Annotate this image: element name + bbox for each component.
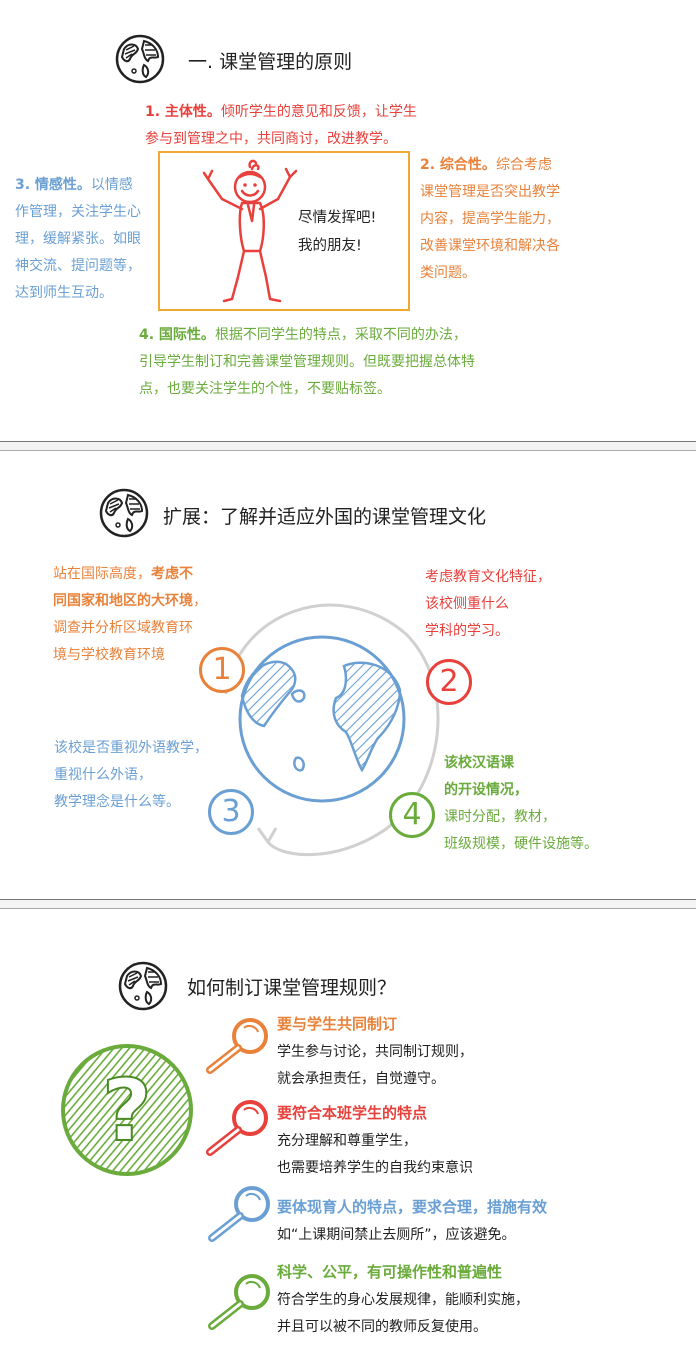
principle-1-head: 1. 主体性。: [145, 104, 221, 120]
magnifier-icon: [208, 1274, 270, 1330]
principle-3-line: 神交流、提问题等，: [15, 258, 141, 274]
step-1-line: ，: [193, 593, 207, 609]
rule-1-head: 要与学生共同制订: [277, 1015, 398, 1033]
rule-4: 科学、公平，有可操作性和普遍性 符合学生的身心发展规律，能顺利实施， 并且可以被…: [277, 1259, 529, 1341]
step-2-line: 学科的学习。: [425, 623, 509, 639]
speech-text: 尽情发挥吧! 我的朋友!: [298, 204, 376, 260]
step-2-badge: 2: [426, 659, 472, 705]
rule-1: 要与学生共同制订 学生参与讨论，共同制订规则， 就会承担责任，自觉遵守。: [277, 1011, 473, 1093]
rule-3-head: 要体现育人的特点，要求合理，措施有效: [277, 1198, 548, 1216]
principle-3-line: 达到师生互动。: [15, 285, 113, 301]
principle-2-head: 2. 综合性。: [420, 157, 496, 173]
principle-1-line: 倾听学生的意见和反馈，让学生: [220, 104, 417, 120]
principle-3-head: 3. 情感性。: [15, 177, 91, 193]
illustration-box: 尽情发挥吧! 我的朋友!: [158, 151, 410, 311]
principle-2-line: 课堂管理是否突出教学: [420, 184, 560, 200]
rule-4-line: 并且可以被不同的教师反复使用。: [277, 1319, 487, 1335]
principle-1: 1. 主体性。倾听学生的意见和反馈，让学生 参与到管理之中，共同商讨，改进教学。: [145, 99, 417, 153]
principle-4: 4. 国际性。根据不同学生的特点，采取不同的办法， 引导学生制订和完善课堂管理规…: [139, 322, 475, 403]
rule-1-line: 就会承担责任，自觉遵守。: [277, 1071, 445, 1087]
principle-1-line: 参与到管理之中，共同商讨，改进教学。: [145, 131, 397, 147]
section-title: 扩展：了解并适应外国的课堂管理文化: [163, 506, 487, 528]
step-3-line: 教学理念是什么等。: [54, 794, 180, 810]
rule-3: 要体现育人的特点，要求合理，措施有效 如“上课期间禁止去厕所”，应该避免。: [277, 1194, 547, 1249]
section-divider: [0, 441, 696, 451]
speech-line: 我的朋友!: [298, 238, 362, 254]
step-4-line: 的开设情况，: [444, 782, 528, 798]
globe-icon: [115, 34, 165, 84]
magnifier-icon: [208, 1186, 270, 1242]
step-1-line: 同国家和地区的大环境: [53, 593, 193, 609]
rule-2-line: 充分理解和尊重学生，: [277, 1133, 417, 1149]
rule-1-line: 学生参与讨论，共同制订规则，: [277, 1044, 473, 1060]
step-1-line: 境与学校教育环境: [53, 647, 165, 663]
rule-3-line: 如“上课期间禁止去厕所”，应该避免。: [277, 1227, 516, 1243]
principle-2-line: 改善课堂环境和解决各: [420, 238, 560, 254]
principle-2-line: 综合考虑: [495, 157, 552, 173]
section-divider: [0, 899, 696, 909]
principle-3: 3. 情感性。以情感 作管理，关注学生心 理，缓解紧张。如眼 神交流、提问题等，…: [15, 172, 141, 307]
svg-text:?: ?: [102, 1061, 152, 1161]
rule-4-head: 科学、公平，有可操作性和普遍性: [277, 1263, 503, 1281]
step-4-number: 4: [402, 797, 422, 832]
principle-3-line: 作管理，关注学生心: [15, 204, 141, 220]
step-3-line: 重视什么外语，: [54, 767, 152, 783]
step-3-badge: 3: [208, 789, 254, 835]
step-4-line: 课时分配，教材，: [444, 809, 556, 825]
globe-icon: [118, 961, 168, 1011]
step-2-line: 该校侧重什么: [425, 596, 509, 612]
step-1-text: 站在国际高度，考虑不 同国家和地区的大环境， 调查并分析区域教育环 境与学校教育…: [53, 561, 207, 669]
rule-2: 要符合本班学生的特点 充分理解和尊重学生， 也需要培养学生的自我约束意识: [277, 1100, 473, 1182]
rule-2-head: 要符合本班学生的特点: [277, 1104, 428, 1122]
principle-4-line: 引导学生制订和完善课堂管理规则。但既要把握总体特: [139, 354, 475, 370]
principle-4-line: 点，也要关注学生的个性，不要贴标签。: [139, 381, 391, 397]
step-3-text: 该校是否重视外语教学， 重视什么外语， 教学理念是什么等。: [54, 735, 208, 816]
step-2-text: 考虑教育文化特征， 该校侧重什么 学科的学习。: [425, 564, 551, 645]
section-title: 如何制订课堂管理规则？: [187, 977, 397, 999]
magnifier-icon: [206, 1100, 268, 1156]
step-1-line: 考虑不: [151, 566, 193, 582]
principle-2-line: 内容，提高学生能力，: [420, 211, 560, 227]
speech-line: 尽情发挥吧!: [298, 210, 377, 226]
step-4-text: 该校汉语课 的开设情况， 课时分配，教材， 班级规模，硬件设施等。: [444, 750, 598, 858]
step-4-badge: 4: [389, 792, 435, 838]
section-title: 一. 课堂管理的原则: [188, 51, 353, 73]
principle-4-line: 根据不同学生的特点，采取不同的办法，: [214, 327, 467, 343]
principle-3-line: 理，缓解紧张。如眼: [15, 231, 141, 247]
step-1-line: 调查并分析区域教育环: [53, 620, 193, 636]
step-3-line: 该校是否重视外语教学，: [54, 740, 208, 756]
rule-4-line: 符合学生的身心发展规律，能顺利实施，: [277, 1292, 529, 1308]
principle-4-head: 4. 国际性。: [139, 327, 215, 343]
step-2-line: 考虑教育文化特征，: [425, 569, 551, 585]
stick-figure-icon: [202, 159, 298, 303]
step-1-line: 站在国际高度，: [53, 566, 151, 582]
question-globe-icon: ?: [61, 1044, 193, 1176]
step-4-line: 该校汉语课: [444, 755, 514, 771]
step-3-number: 3: [221, 794, 241, 829]
step-2-number: 2: [439, 664, 459, 699]
step-4-line: 班级规模，硬件设施等。: [444, 836, 598, 852]
globe-icon: [99, 488, 149, 538]
principle-3-line: 以情感: [90, 177, 133, 193]
magnifier-icon: [206, 1018, 268, 1074]
step-1-number: 1: [212, 652, 232, 687]
rule-2-line: 也需要培养学生的自我约束意识: [277, 1160, 473, 1176]
principle-2: 2. 综合性。综合考虑 课堂管理是否突出教学 内容，提高学生能力， 改善课堂环境…: [420, 152, 560, 287]
principle-2-line: 类问题。: [420, 265, 476, 281]
